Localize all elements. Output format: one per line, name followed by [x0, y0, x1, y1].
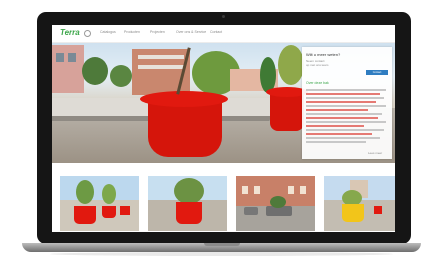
red-planter-rim	[140, 91, 228, 107]
camera-icon	[222, 15, 225, 18]
thumb-ground	[60, 200, 139, 231]
window	[300, 186, 306, 194]
nav-link-producten[interactable]: Producten	[124, 30, 140, 34]
text-line	[306, 113, 382, 115]
text-line	[306, 125, 364, 127]
nav-link-over-ons[interactable]: Over ons & Service	[176, 30, 206, 34]
panel-title: Wilt u meer weten?	[306, 52, 341, 57]
shrub	[270, 196, 286, 208]
text-line	[306, 109, 368, 111]
site-logo[interactable]: Terra	[60, 28, 80, 37]
window-row	[138, 55, 184, 59]
window	[68, 53, 76, 62]
laptop-notch	[204, 243, 240, 246]
thumb-sky	[60, 176, 139, 200]
nav-link-contact[interactable]: Contact	[210, 30, 222, 34]
red-planter-right	[270, 91, 304, 131]
text-line	[306, 141, 366, 143]
grey-planter	[244, 207, 258, 215]
window	[288, 186, 294, 194]
red-planter	[74, 206, 96, 224]
nav-link-projecten[interactable]: Projecten	[150, 30, 165, 34]
panel-subtitle-line: op met ons team	[306, 63, 329, 67]
thumbnail-2[interactable]	[148, 176, 227, 231]
window	[242, 186, 248, 194]
tree	[110, 65, 132, 87]
text-line	[306, 93, 380, 95]
nav-link-catalogus[interactable]: Catalogus	[100, 30, 116, 34]
laptop-screen: Terra Catalogus Producten Projecten Over…	[52, 25, 395, 232]
text-line	[306, 101, 376, 103]
read-more-link[interactable]: Lees meer	[368, 151, 382, 155]
thumbnail-1[interactable]	[60, 176, 139, 231]
text-line	[306, 129, 384, 131]
palm-tree	[174, 178, 204, 204]
text-line	[306, 133, 372, 135]
red-planter	[148, 99, 222, 157]
text-line	[306, 97, 384, 99]
contact-button[interactable]: Contact	[366, 70, 388, 75]
tree	[278, 45, 304, 85]
text-line	[306, 117, 378, 119]
red-planter	[374, 206, 382, 214]
window	[56, 53, 64, 62]
text-line	[306, 137, 380, 139]
red-planter	[176, 202, 202, 224]
text-line	[306, 89, 386, 91]
text-line	[306, 121, 386, 123]
panel-section-heading: Over deze bak	[306, 81, 329, 85]
top-nav: Terra Catalogus Producten Projecten Over…	[52, 25, 395, 43]
window	[254, 186, 260, 194]
tree	[76, 180, 94, 204]
red-planter	[120, 206, 130, 215]
thumbnail-4[interactable]	[324, 176, 395, 231]
globe-icon[interactable]	[84, 30, 91, 37]
window-row	[138, 65, 184, 69]
tree	[102, 184, 116, 204]
red-planter	[102, 206, 116, 218]
laptop-shadow	[50, 252, 393, 256]
text-line	[306, 105, 386, 107]
tree	[82, 57, 108, 85]
thumbnail-3[interactable]	[236, 176, 315, 231]
info-panel: Wilt u meer weten? Neem contact op met o…	[302, 47, 392, 159]
yellow-planter	[342, 204, 364, 222]
